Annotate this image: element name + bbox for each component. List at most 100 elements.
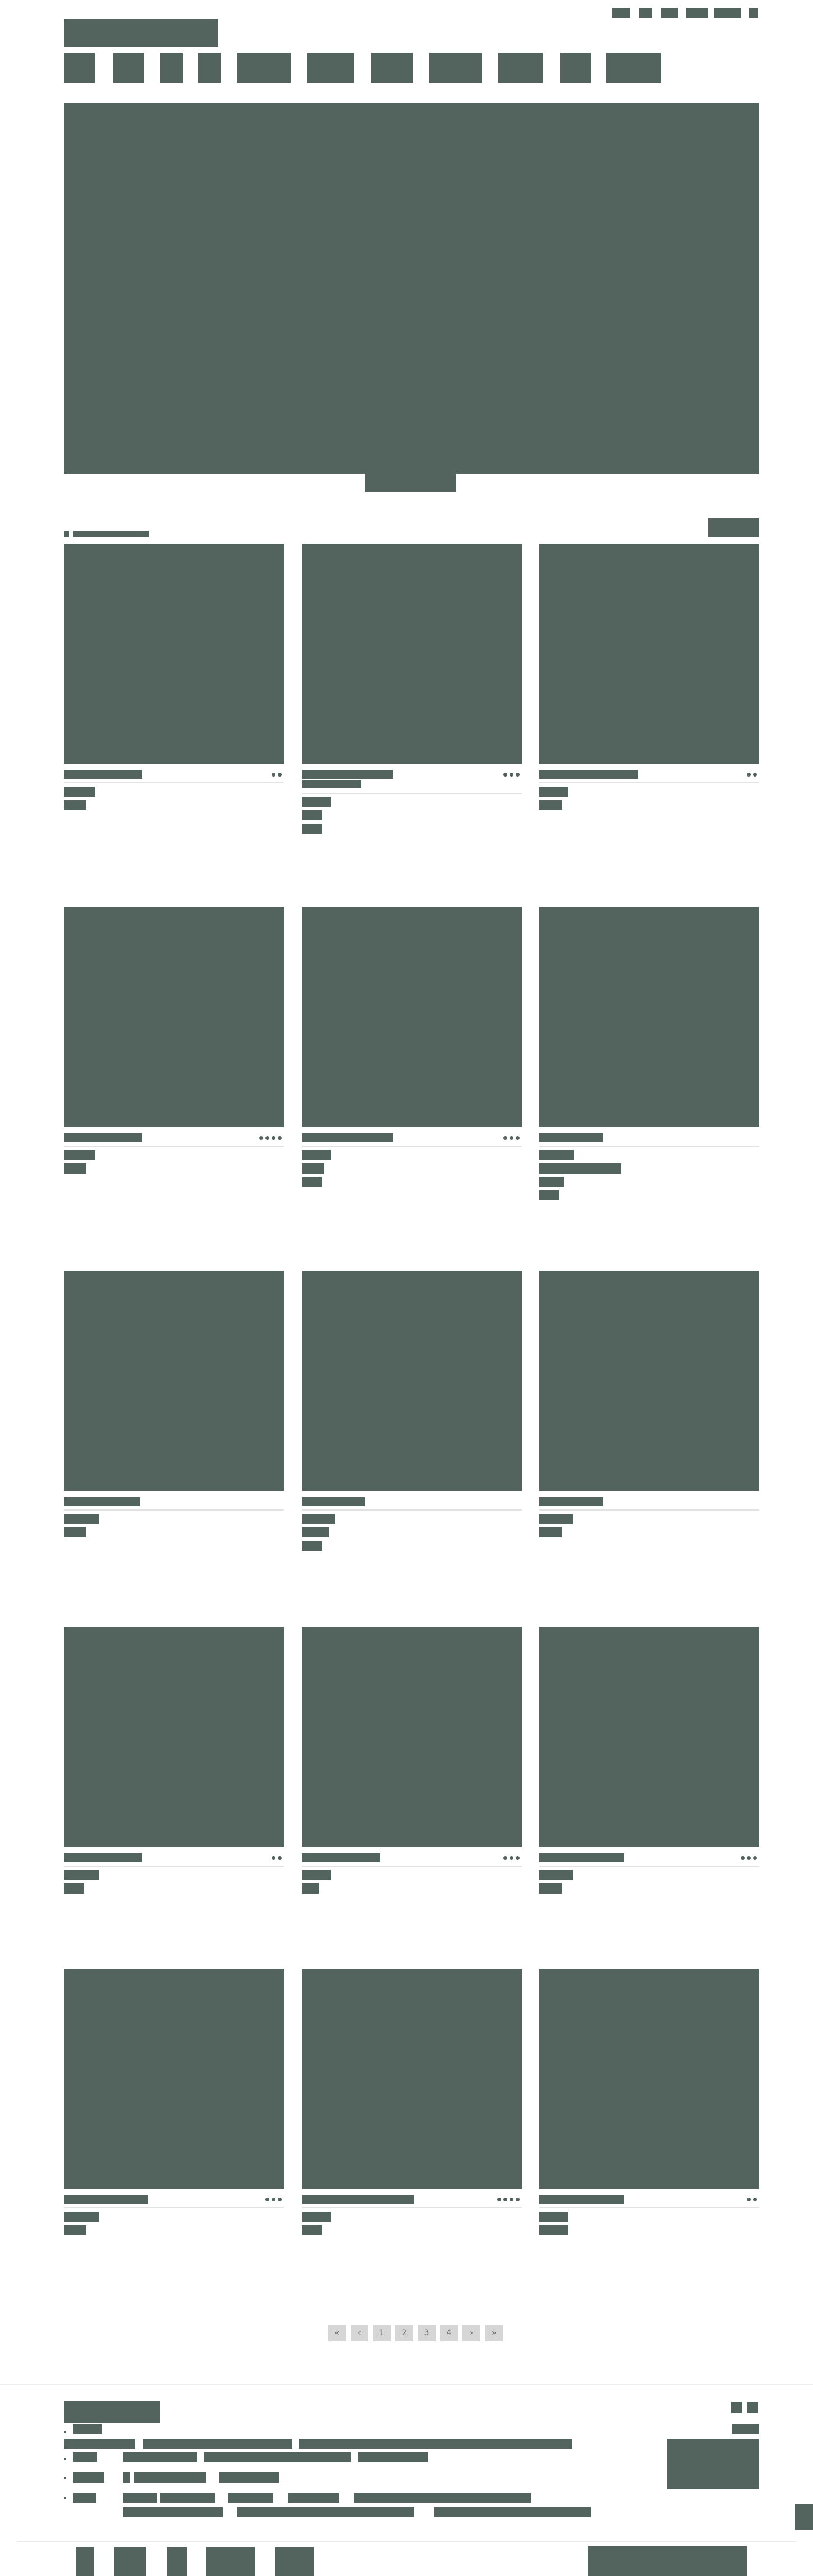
card-title[interactable] bbox=[539, 1497, 603, 1506]
card-image[interactable] bbox=[302, 1627, 522, 1847]
card-meta bbox=[302, 1163, 324, 1174]
footer-link[interactable] bbox=[160, 2493, 215, 2503]
footer-link[interactable] bbox=[123, 2493, 157, 2503]
breadcrumb[interactable] bbox=[73, 531, 149, 537]
card-title[interactable] bbox=[302, 1497, 365, 1506]
card-title[interactable] bbox=[64, 1133, 142, 1142]
footer-link[interactable] bbox=[228, 2493, 273, 2503]
footer-side-link[interactable] bbox=[732, 2424, 759, 2434]
utility-link[interactable] bbox=[661, 8, 678, 18]
nav-item[interactable] bbox=[606, 53, 661, 83]
footer-link[interactable] bbox=[354, 2493, 531, 2503]
footer-link[interactable] bbox=[123, 2507, 223, 2517]
card-meta bbox=[302, 1541, 322, 1551]
footer-link[interactable] bbox=[204, 2452, 351, 2462]
hero-caption-tab[interactable] bbox=[365, 474, 456, 492]
card-title[interactable] bbox=[302, 1853, 380, 1862]
utility-link[interactable] bbox=[749, 8, 758, 18]
footer-link[interactable] bbox=[73, 2493, 96, 2503]
card-image[interactable] bbox=[64, 1969, 284, 2189]
footer-link[interactable] bbox=[73, 2452, 97, 2462]
card-title[interactable] bbox=[64, 1497, 140, 1506]
card-meta bbox=[302, 2225, 322, 2235]
card-image[interactable] bbox=[539, 1627, 759, 1847]
card-title[interactable] bbox=[539, 1133, 603, 1142]
nav-item[interactable] bbox=[371, 53, 413, 83]
page-2-button[interactable]: 2 bbox=[395, 2325, 413, 2341]
footer-link[interactable] bbox=[143, 2439, 292, 2449]
footer-link[interactable] bbox=[123, 2452, 197, 2462]
scroll-to-top-button[interactable] bbox=[795, 2504, 813, 2530]
footer-bottom-item[interactable] bbox=[206, 2547, 255, 2576]
footer-bottom-item[interactable] bbox=[114, 2547, 146, 2576]
nav-item[interactable] bbox=[237, 53, 291, 83]
footer-link[interactable] bbox=[299, 2439, 572, 2449]
card-title[interactable] bbox=[302, 770, 393, 779]
card-image[interactable] bbox=[539, 907, 759, 1127]
hero-image[interactable] bbox=[64, 103, 759, 474]
card-title[interactable] bbox=[302, 1133, 393, 1142]
first-page-button[interactable]: « bbox=[328, 2325, 346, 2341]
card-title[interactable] bbox=[539, 770, 638, 779]
card-meta bbox=[64, 2225, 86, 2235]
nav-item[interactable] bbox=[64, 53, 95, 83]
card-title[interactable] bbox=[302, 2195, 414, 2204]
card-rating-dots bbox=[503, 772, 520, 777]
card-image[interactable] bbox=[539, 544, 759, 764]
card-image[interactable] bbox=[302, 1969, 522, 2189]
card-image[interactable] bbox=[539, 1271, 759, 1491]
card-title-line2[interactable] bbox=[302, 780, 361, 788]
card-image[interactable] bbox=[539, 1969, 759, 2189]
site-logo[interactable] bbox=[64, 19, 218, 47]
footer-link[interactable] bbox=[73, 2424, 102, 2434]
card-image[interactable] bbox=[302, 907, 522, 1127]
nav-item[interactable] bbox=[498, 53, 543, 83]
last-page-button[interactable]: » bbox=[485, 2325, 503, 2341]
card-image[interactable] bbox=[64, 907, 284, 1127]
card-title[interactable] bbox=[64, 770, 142, 779]
card-image[interactable] bbox=[64, 1271, 284, 1491]
utility-link[interactable] bbox=[714, 8, 741, 18]
card-meta bbox=[64, 800, 86, 810]
card-image[interactable] bbox=[302, 544, 522, 764]
footer-link[interactable] bbox=[134, 2472, 206, 2483]
nav-item[interactable] bbox=[429, 53, 482, 83]
footer-link[interactable] bbox=[219, 2472, 279, 2483]
footer-link[interactable] bbox=[123, 2472, 130, 2483]
prev-page-button[interactable]: ‹ bbox=[351, 2325, 368, 2341]
footer-link[interactable] bbox=[237, 2507, 414, 2517]
nav-item[interactable] bbox=[160, 53, 183, 83]
card-image[interactable] bbox=[64, 1627, 284, 1847]
footer-bottom-item[interactable] bbox=[76, 2547, 94, 2576]
footer-link[interactable] bbox=[64, 2439, 136, 2449]
card-image[interactable] bbox=[64, 544, 284, 764]
footer-link[interactable] bbox=[434, 2507, 591, 2517]
nav-item[interactable] bbox=[198, 53, 221, 83]
footer-link[interactable] bbox=[358, 2452, 428, 2462]
utility-link[interactable] bbox=[612, 8, 630, 18]
social-icon[interactable] bbox=[747, 2402, 758, 2413]
footer-bottom-item[interactable] bbox=[275, 2547, 314, 2576]
page-4-button[interactable]: 4 bbox=[440, 2325, 458, 2341]
nav-item[interactable] bbox=[307, 53, 354, 83]
sort-button[interactable] bbox=[708, 518, 759, 537]
card-title[interactable] bbox=[64, 2195, 148, 2204]
footer-link[interactable] bbox=[288, 2493, 339, 2503]
card-image[interactable] bbox=[302, 1271, 522, 1491]
card-title[interactable] bbox=[64, 1853, 142, 1862]
card-title[interactable] bbox=[539, 2195, 624, 2204]
card-title[interactable] bbox=[539, 1853, 624, 1862]
nav-item[interactable] bbox=[113, 53, 144, 83]
next-page-button[interactable]: › bbox=[462, 2325, 480, 2341]
utility-link[interactable] bbox=[686, 8, 708, 18]
footer-bottom-item[interactable] bbox=[167, 2547, 187, 2576]
page-3-button[interactable]: 3 bbox=[418, 2325, 436, 2341]
social-icon[interactable] bbox=[731, 2402, 742, 2413]
footer-side-block[interactable] bbox=[667, 2439, 759, 2489]
footer-link[interactable] bbox=[73, 2472, 104, 2483]
footer-bottom-banner[interactable] bbox=[588, 2546, 747, 2576]
nav-item[interactable] bbox=[560, 53, 591, 83]
page-1-button[interactable]: 1 bbox=[373, 2325, 391, 2341]
card-divider bbox=[539, 782, 759, 783]
utility-link[interactable] bbox=[639, 8, 652, 18]
